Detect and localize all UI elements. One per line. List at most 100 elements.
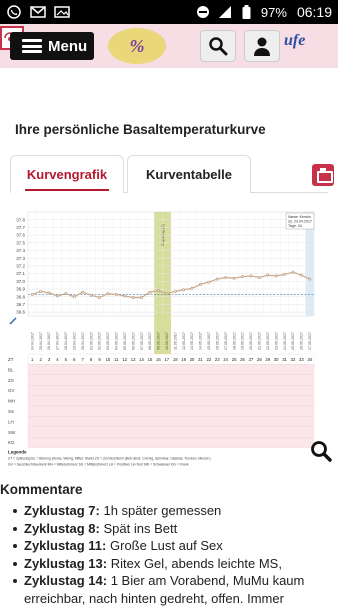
- temperature-point: [283, 273, 286, 276]
- x-tick-label: 02.05.2017: [98, 332, 102, 350]
- x-tick-label: 06.05.2017: [131, 332, 135, 350]
- temperature-point: [89, 293, 93, 297]
- x-tick-label: 01.05.2017: [89, 332, 93, 350]
- comment-text: 1h später gemessen: [103, 503, 222, 518]
- mail-icon: [30, 5, 46, 19]
- temperature-point: [232, 276, 236, 280]
- tab-kurventabelle[interactable]: Kurventabelle: [127, 155, 251, 193]
- cycle-day-label: 18: [173, 357, 178, 362]
- table-row-bg: [27, 353, 315, 365]
- temperature-point: [39, 289, 43, 293]
- search-button[interactable]: [200, 30, 236, 62]
- brand-logo-icon: %: [108, 28, 166, 64]
- comment-item: Zyklustag 8: Spät ins Bett: [8, 520, 334, 538]
- cycle-day-label: 32: [291, 357, 296, 362]
- temperature-point: [165, 292, 169, 296]
- temperature-point: [72, 295, 76, 299]
- temperature-point: [249, 274, 253, 278]
- temperature-point: [215, 277, 219, 281]
- legend-line: ZT = Zyklustag BL = Blutung (Keine, Weni…: [8, 457, 211, 461]
- temperature-point: [47, 291, 51, 295]
- cycle-day-label: 16: [156, 357, 161, 362]
- cycle-day-label: 28: [257, 357, 262, 362]
- row-label: SW: [8, 430, 16, 435]
- x-tick-label: 08.05.2017: [148, 332, 152, 350]
- table-row-bg: [27, 405, 315, 417]
- row-label: SS: [8, 409, 14, 414]
- cycle-day-label: 15: [148, 357, 153, 362]
- comment-day: Zyklustag 13:: [24, 555, 108, 571]
- temperature-point: [123, 294, 127, 298]
- x-tick-label: 26.05.2017: [300, 332, 304, 350]
- menu-label: Menu: [48, 37, 88, 55]
- comment-day: Zyklustag 7:: [24, 503, 100, 518]
- battery-icon: [239, 5, 255, 19]
- temperature-point: [64, 292, 68, 296]
- comment-item: Zyklustag 14: 1 Bier am Vorabend, MuMu k…: [8, 572, 334, 607]
- y-tick-label: 37.6: [16, 233, 25, 238]
- x-tick-label: 30.04.2017: [81, 332, 85, 350]
- x-tick-label: 28.04.2017: [64, 332, 68, 350]
- chart-svg: Eisprung (8)36.636.736.836.937.037.137.2…: [8, 211, 315, 466]
- temperature-point: [81, 290, 85, 294]
- temperature-point: [156, 289, 160, 292]
- edit-pen-icon: [9, 317, 17, 325]
- x-tick-label: 12.05.2017: [182, 332, 186, 350]
- legend-line: GV = Geschlechtsverkehr MH = Mittelschme…: [8, 463, 189, 466]
- x-tick-label: 23.05.2017: [274, 332, 278, 350]
- y-tick-label: 37.0: [16, 279, 25, 284]
- info-line: Zy: 23.04.2017: [288, 220, 312, 224]
- temperature-point: [56, 294, 59, 298]
- row-label: ZS: [8, 378, 14, 383]
- y-tick-label: 37.1: [16, 271, 25, 276]
- temperature-point: [224, 276, 228, 279]
- comment-item: Zyklustag 13: Ritex Gel, abends leichte …: [8, 555, 334, 573]
- x-tick-label: 24.05.2017: [283, 332, 287, 350]
- row-label: KG: [8, 440, 15, 445]
- cycle-day-label: 22: [207, 357, 212, 362]
- row-label: ZT: [8, 357, 14, 362]
- cycle-day-label: 31: [282, 357, 287, 362]
- gallery-icon: [54, 5, 70, 19]
- cycle-day-label: 11: [114, 357, 119, 362]
- cycle-day-label: 30: [274, 357, 279, 362]
- cycle-day-label: 10: [106, 357, 111, 362]
- y-tick-label: 37.7: [16, 225, 25, 230]
- y-tick-label: 37.2: [16, 264, 25, 269]
- tab-kurvengrafik[interactable]: Kurvengrafik: [10, 155, 124, 193]
- x-tick-label: 05.05.2017: [123, 332, 127, 350]
- signal-icon: [217, 5, 233, 19]
- partner-logo-icon: ufe: [284, 32, 306, 49]
- temperature-point: [173, 289, 177, 293]
- x-tick-label: 04.05.2017: [115, 332, 119, 350]
- temperature-point: [182, 288, 186, 292]
- zoom-icon[interactable]: [310, 440, 332, 462]
- menu-button[interactable]: Menu: [10, 32, 94, 60]
- x-tick-label: 10.05.2017: [165, 332, 169, 350]
- y-tick-label: 36.9: [16, 287, 25, 292]
- x-tick-label: 15.05.2017: [207, 332, 211, 350]
- status-bar: 97% 06:19: [0, 0, 338, 24]
- temperature-point: [241, 275, 244, 279]
- legend-title: Legende: [8, 450, 27, 455]
- comment-day: Zyklustag 11:: [24, 538, 107, 553]
- temperature-point: [257, 276, 261, 279]
- table-row-bg: [27, 374, 315, 386]
- y-tick-label: 37.4: [16, 248, 25, 253]
- row-label: LH: [8, 419, 14, 424]
- info-line: Tage: 34: [288, 224, 302, 228]
- x-tick-label: 21.05.2017: [258, 332, 262, 350]
- x-tick-label: 03.05.2017: [106, 332, 110, 350]
- account-button[interactable]: [244, 30, 280, 62]
- print-button[interactable]: [312, 164, 334, 186]
- x-tick-label: 11.05.2017: [173, 332, 177, 350]
- comment-item: Zyklustag 7: 1h später gemessen: [8, 502, 334, 520]
- cycle-day-label: 12: [122, 357, 127, 362]
- comment-text: Spät ins Bett: [103, 520, 178, 536]
- comment-text: Große Lust auf Sex: [110, 538, 223, 553]
- temperature-point: [30, 293, 34, 296]
- x-tick-label: 18.05.2017: [232, 332, 236, 350]
- x-tick-label: 16.05.2017: [215, 332, 219, 350]
- table-row-bg: [27, 437, 315, 448]
- y-tick-label: 37.8: [16, 217, 25, 222]
